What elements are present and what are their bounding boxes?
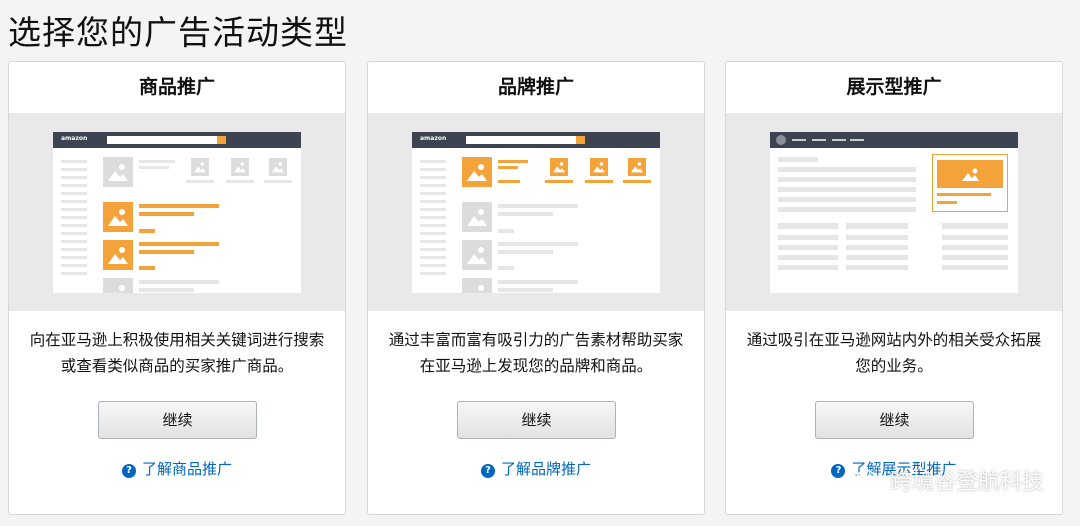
- illustration-area: [726, 113, 1062, 311]
- sponsored-product-image: [103, 240, 133, 270]
- card-description: 通过丰富而富有吸引力的广告素材帮助买家在亚马逊上发现您的品牌和商品。: [388, 331, 684, 375]
- card-sponsored-brands: 品牌推广 amazon 通过丰富而富有吸引力的广告素材帮助买家在亚马逊上发现您的…: [367, 61, 705, 515]
- image-placeholder-icon: [103, 157, 133, 187]
- mock-searchbox: [107, 136, 217, 144]
- watermark-text: 跨境谷登航科技: [889, 470, 1044, 495]
- card-description: 向在亚马逊上积极使用相关关键词进行搜索或查看类似商品的买家推广商品。: [29, 331, 325, 375]
- mock-header: [770, 132, 1018, 148]
- wechat-icon: [856, 469, 882, 491]
- page-title: 选择您的广告活动类型: [8, 13, 348, 52]
- mock-search-button: [217, 136, 226, 144]
- illustration-area: amazon: [9, 113, 345, 311]
- card-title: 展示型推广: [846, 76, 942, 98]
- card-title: 商品推广: [138, 76, 215, 98]
- card-description: 通过吸引在亚马逊网站内外的相关受众拓展您的业务。: [746, 331, 1042, 375]
- illustration-area: amazon: [368, 113, 704, 311]
- continue-button[interactable]: 继续: [815, 401, 974, 439]
- mock-logo: amazon: [61, 135, 88, 142]
- mock-searchbox: [466, 136, 576, 144]
- continue-button[interactable]: 继续: [457, 401, 616, 439]
- learn-more-label: 了解品牌推广: [500, 460, 591, 478]
- watermark: 跨境谷登航科技: [856, 464, 1044, 496]
- help-icon: ?: [831, 464, 846, 478]
- sponsored-display-illustration: [770, 132, 1018, 293]
- mock-search-button: [576, 136, 585, 144]
- card-sponsored-products: 商品推广 amazon 向在亚马逊上积极使用相关关键词进行搜索或查看类似商品的买…: [8, 61, 346, 515]
- mock-logo: amazon: [420, 135, 447, 142]
- learn-more-link[interactable]: ? 了解品牌推广: [368, 458, 704, 479]
- sponsored-products-illustration: amazon: [53, 132, 301, 293]
- sponsored-brands-illustration: amazon: [412, 132, 660, 293]
- learn-more-label: 了解商品推广: [141, 460, 232, 478]
- card-title: 品牌推广: [497, 76, 574, 98]
- continue-button[interactable]: 继续: [98, 401, 257, 439]
- help-icon: ?: [480, 464, 495, 478]
- learn-more-link[interactable]: ? 了解商品推广: [9, 458, 345, 479]
- brand-logo-image: [462, 157, 492, 187]
- display-ad-image: [937, 160, 1003, 188]
- card-sponsored-display: 展示型推广 通过吸引在亚马逊网站内外的相关受众拓展您的业务。 继续 ? 了解展示…: [725, 61, 1063, 515]
- sponsored-product-image: [103, 202, 133, 232]
- help-icon: ?: [121, 464, 136, 478]
